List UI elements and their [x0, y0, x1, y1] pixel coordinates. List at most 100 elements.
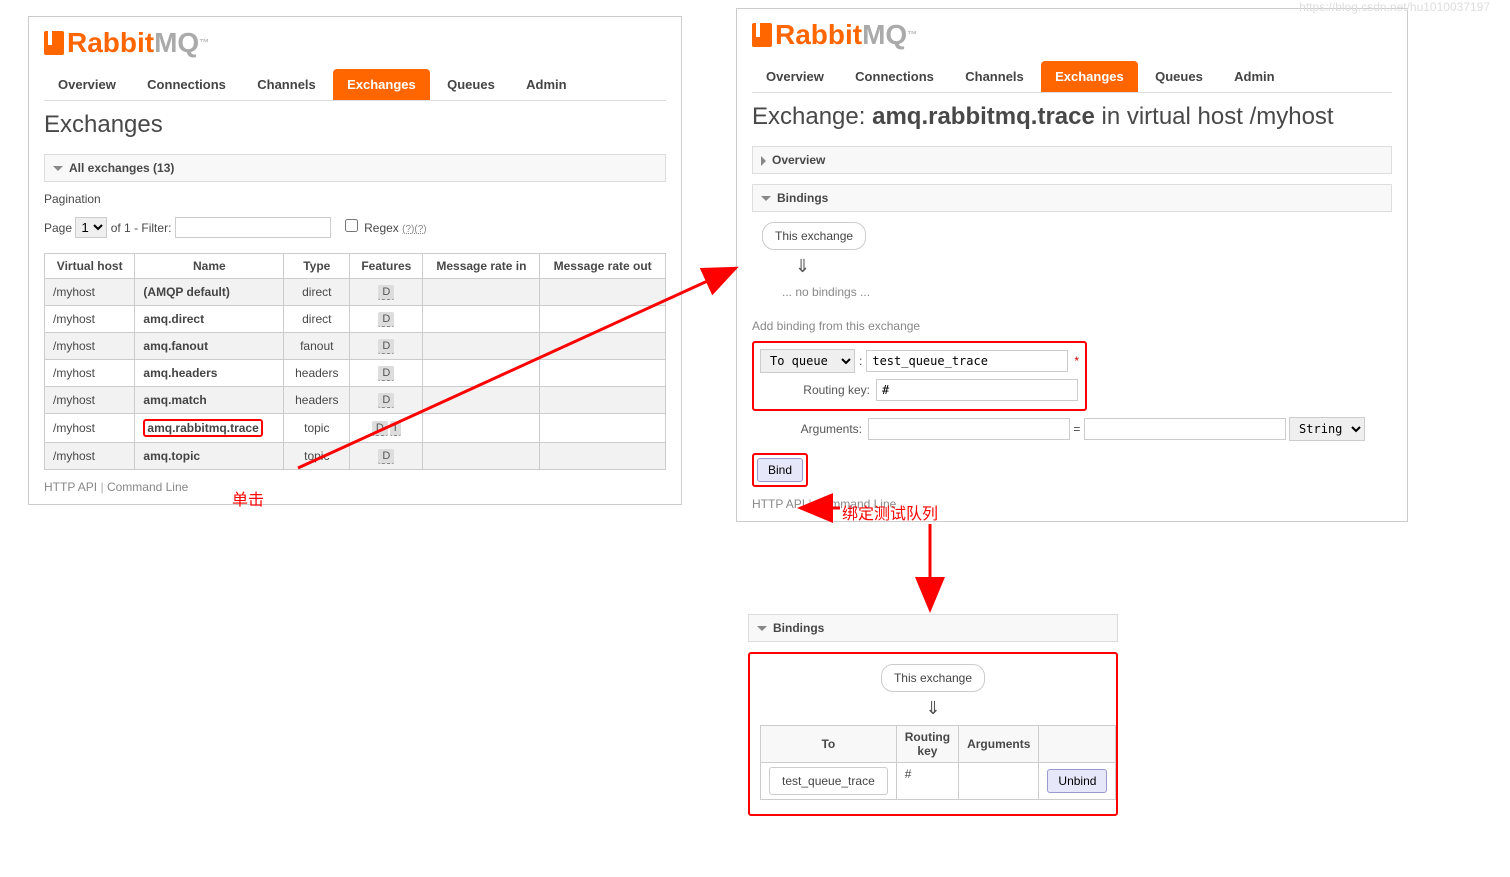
td-vhost: /myhost: [45, 387, 135, 414]
feature-badge: D: [372, 421, 388, 436]
binding-target-input[interactable]: [866, 350, 1068, 372]
http-api-link[interactable]: HTTP API: [44, 480, 97, 494]
td-rate-in: [423, 414, 540, 443]
logo-text-rabbit: Rabbit: [775, 19, 862, 51]
bindings-result-highlight: This exchange ⇓ To Routing key Arguments…: [748, 652, 1118, 816]
logo-tm: ™: [907, 30, 917, 41]
arguments-label: Arguments:: [752, 422, 868, 436]
th-rate-out[interactable]: Message rate out: [540, 254, 666, 279]
down-arrow-icon: ⇓: [795, 256, 1392, 277]
td-rate-out: [540, 414, 666, 443]
td-name[interactable]: amq.fanout: [135, 333, 284, 360]
td-rate-in: [423, 443, 540, 470]
binding-to-chip[interactable]: test_queue_trace: [769, 767, 888, 795]
td-name[interactable]: (AMQP default): [135, 279, 284, 306]
tab-exchanges[interactable]: Exchanges: [1041, 61, 1138, 92]
section-all-exchanges[interactable]: All exchanges (13): [44, 154, 666, 182]
regex-label: Regex: [364, 221, 399, 235]
equals-label: =: [1073, 422, 1080, 436]
feature-badge: D: [378, 312, 394, 327]
tab-channels[interactable]: Channels: [951, 61, 1038, 92]
section-bindings[interactable]: Bindings: [752, 184, 1392, 212]
td-rate-out: [540, 279, 666, 306]
td-name[interactable]: amq.match: [135, 387, 284, 414]
right-panel: RabbitMQ™ Overview Connections Channels …: [736, 8, 1408, 522]
th-rate-in[interactable]: Message rate in: [423, 254, 540, 279]
td-vhost: /myhost: [45, 360, 135, 387]
tab-overview[interactable]: Overview: [752, 61, 838, 92]
td-rate-in: [423, 387, 540, 414]
th-type[interactable]: Type: [284, 254, 350, 279]
td-name[interactable]: amq.headers: [135, 360, 284, 387]
unbind-button[interactable]: [1047, 769, 1107, 793]
th-name[interactable]: Name: [135, 254, 284, 279]
logo: RabbitMQ™: [44, 27, 666, 59]
tab-overview[interactable]: Overview: [44, 69, 130, 100]
td-name[interactable]: amq.rabbitmq.trace: [135, 414, 284, 443]
table-row: /myhostamq.matchheaders D: [45, 387, 666, 414]
binding-target-select[interactable]: To queue: [760, 349, 855, 373]
page-label: Page: [44, 221, 72, 235]
tab-admin[interactable]: Admin: [1220, 61, 1288, 92]
td-name[interactable]: amq.direct: [135, 306, 284, 333]
command-line-link[interactable]: Command Line: [107, 480, 188, 494]
td-type: direct: [284, 279, 350, 306]
rabbitmq-logo-icon: [44, 31, 64, 55]
th-features[interactable]: Features: [350, 254, 423, 279]
regex-checkbox[interactable]: [345, 219, 358, 232]
bindings-table: To Routing key Arguments test_queue_trac…: [760, 725, 1116, 800]
pagination-heading: Pagination: [44, 192, 666, 206]
td-name[interactable]: amq.topic: [135, 443, 284, 470]
td-rate-out: [540, 443, 666, 470]
tab-channels[interactable]: Channels: [243, 69, 330, 100]
tab-queues[interactable]: Queues: [433, 69, 509, 100]
exchange-title: Exchange: amq.rabbitmq.trace in virtual …: [752, 103, 1392, 131]
argument-key-input[interactable]: [868, 418, 1070, 440]
th-vhost[interactable]: Virtual host: [45, 254, 135, 279]
td-type: headers: [284, 387, 350, 414]
routing-key-input[interactable]: [876, 379, 1078, 401]
td-type: fanout: [284, 333, 350, 360]
regex-help-icon[interactable]: (?)(?): [402, 224, 426, 235]
pagination: Pagination Page 1 of 1 - Filter: Regex (…: [44, 192, 666, 238]
td-type: headers: [284, 360, 350, 387]
section-overview[interactable]: Overview: [752, 146, 1392, 174]
td-rate-in: [423, 279, 540, 306]
tab-queues[interactable]: Queues: [1141, 61, 1217, 92]
argument-value-input[interactable]: [1084, 418, 1286, 440]
argument-type-select[interactable]: String: [1289, 417, 1365, 441]
nav-tabs: Overview Connections Channels Exchanges …: [752, 61, 1392, 93]
tab-exchanges[interactable]: Exchanges: [333, 69, 430, 100]
logo-text-mq: MQ: [862, 19, 907, 51]
logo-text-mq: MQ: [154, 27, 199, 59]
th-to: To: [761, 726, 897, 763]
th-arguments: Arguments: [959, 726, 1039, 763]
th-action: [1039, 726, 1116, 763]
td-rate-out: [540, 387, 666, 414]
td-type: topic: [284, 443, 350, 470]
left-panel: RabbitMQ™ Overview Connections Channels …: [28, 16, 682, 505]
tab-connections[interactable]: Connections: [133, 69, 240, 100]
command-line-link[interactable]: Command Line: [815, 497, 896, 511]
down-arrow-icon: ⇓: [760, 698, 1106, 719]
page-title: Exchanges: [44, 111, 666, 139]
page-select[interactable]: 1: [75, 217, 107, 238]
table-row: /myhostamq.topictopicD: [45, 443, 666, 470]
table-row: /myhostamq.rabbitmq.tracetopicDI: [45, 414, 666, 443]
feature-badge: I: [390, 421, 401, 436]
feature-badge: D: [378, 285, 394, 300]
tab-admin[interactable]: Admin: [512, 69, 580, 100]
filter-input[interactable]: [175, 217, 331, 238]
binding-args: [959, 763, 1039, 800]
feature-badge: D: [378, 393, 394, 408]
table-row: /myhostamq.headersheadersD: [45, 360, 666, 387]
td-features: D: [350, 360, 423, 387]
bind-button[interactable]: [757, 458, 803, 482]
tab-connections[interactable]: Connections: [841, 61, 948, 92]
footer-links: HTTP API | Command Line: [44, 480, 666, 494]
http-api-link[interactable]: HTTP API: [752, 497, 805, 511]
section-bindings-result[interactable]: Bindings: [748, 614, 1118, 642]
table-row: /myhostamq.fanoutfanoutD: [45, 333, 666, 360]
routing-key-label: Routing key:: [760, 383, 876, 397]
td-vhost: /myhost: [45, 414, 135, 443]
